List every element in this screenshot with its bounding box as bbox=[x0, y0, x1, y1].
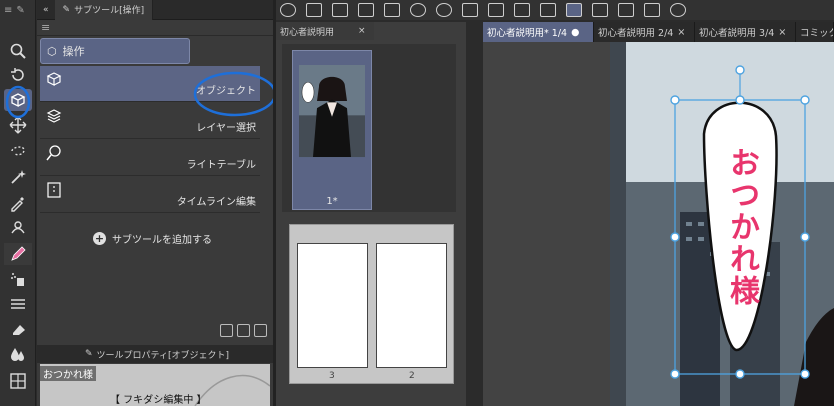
tool-property-icon: ✎ bbox=[85, 349, 93, 359]
subtool-tab-icon: ✎ bbox=[62, 4, 71, 15]
subtool-group-tab[interactable]: ⬡ 操作 bbox=[40, 38, 190, 64]
page-thumbnail-2[interactable] bbox=[376, 243, 447, 368]
companion-icon[interactable] bbox=[644, 3, 660, 17]
doc-tab[interactable]: 初心者説明用 3/4 × bbox=[695, 22, 796, 42]
light-table-icon bbox=[46, 145, 61, 161]
tool-bar: ≡ ✎ bbox=[0, 0, 36, 406]
timeline-edit-icon bbox=[47, 182, 61, 198]
doc-tab-label: 初心者説明用 2/4 bbox=[598, 28, 674, 39]
help-icon[interactable] bbox=[670, 3, 686, 17]
subtool-item-timeline[interactable]: タイムライン編集 bbox=[40, 177, 260, 213]
snap-ruler-icon[interactable] bbox=[566, 3, 582, 17]
menu-bar: ≡ bbox=[37, 20, 273, 36]
close-icon[interactable]: × bbox=[677, 27, 685, 38]
subtool-menu-icon[interactable]: ≡ bbox=[41, 21, 50, 34]
auto-select-icon[interactable] bbox=[4, 166, 32, 188]
rotate-tool-icon[interactable] bbox=[4, 64, 32, 86]
frame-tool-icon[interactable] bbox=[4, 370, 32, 392]
redo-icon[interactable] bbox=[436, 3, 452, 17]
subtool-panel: « ✎ サブツール[操作] ≡ ⬡ 操作 オブジェクト レイヤー選択 ライトテー… bbox=[37, 0, 277, 406]
fill-icon[interactable] bbox=[514, 3, 530, 17]
subtool-tab-label: サブツール[操作] bbox=[74, 6, 145, 16]
tool-property-preview: おつかれ様 【 フキダシ編集中 】 bbox=[40, 364, 270, 406]
lasso-select-icon[interactable] bbox=[4, 140, 32, 162]
doc-tab[interactable]: 初心者説明用 2/4 × bbox=[594, 22, 695, 42]
page-number: 2 bbox=[409, 371, 415, 381]
subtool-tab[interactable]: ✎ サブツール[操作] bbox=[54, 0, 154, 20]
operation-group-icon: ⬡ bbox=[47, 44, 57, 58]
new-file-icon[interactable] bbox=[306, 3, 322, 17]
plus-icon: + bbox=[93, 232, 106, 245]
doc-tab[interactable]: 初心者説明用* 1/4 ● bbox=[483, 22, 594, 42]
app-logo-icon[interactable] bbox=[280, 3, 296, 17]
subtool-item-label: ライトテーブル bbox=[186, 160, 256, 171]
preview-status: 【 フキダシ編集中 】 bbox=[110, 395, 207, 406]
pen-pressure-icon[interactable] bbox=[618, 3, 634, 17]
subtool-item-label: タイムライン編集 bbox=[176, 197, 256, 208]
undo-icon[interactable] bbox=[410, 3, 426, 17]
document-tabs: 初心者説明用* 1/4 ● 初心者説明用 2/4 × 初心者説明用 3/4 × … bbox=[483, 22, 834, 42]
subtool-item-light-table[interactable]: ライトテーブル bbox=[40, 140, 260, 176]
toolbar-top: ≡ ✎ bbox=[0, 0, 35, 20]
command-bar bbox=[276, 0, 834, 20]
doc-tab-label: コミック7 bbox=[800, 28, 833, 39]
tool-property-title: ツールプロパティ[オブジェクト] bbox=[96, 350, 230, 361]
subtool-header: « ✎ サブツール[操作] bbox=[37, 0, 273, 20]
page-manager-tab[interactable]: 初心者説明用 × bbox=[276, 22, 374, 40]
eraser-icon[interactable] bbox=[4, 318, 32, 340]
transform-icon[interactable] bbox=[540, 3, 556, 17]
annotation-circle-object bbox=[193, 71, 277, 117]
pen-small-icon: ✎ bbox=[16, 4, 25, 16]
app-window: ≡ ✎ « ✎ サブツール[操作] ≡ ⬡ 操作 オブジェクト レイヤー選択 ラ… bbox=[0, 0, 834, 406]
trash-icon[interactable] bbox=[254, 324, 267, 337]
menu-icon[interactable]: ≡ bbox=[4, 5, 12, 16]
decoration-tool-icon[interactable] bbox=[4, 293, 32, 315]
eyedropper-icon[interactable] bbox=[4, 192, 32, 214]
layer-select-icon bbox=[46, 109, 62, 123]
subtool-actions bbox=[220, 324, 267, 337]
page-number: 1* bbox=[326, 196, 338, 207]
object-selection-box[interactable] bbox=[610, 42, 834, 406]
snap-special-icon[interactable] bbox=[592, 3, 608, 17]
add-subtool-button[interactable]: + サブツールを追加する bbox=[93, 231, 212, 246]
import-icon[interactable] bbox=[220, 324, 233, 337]
collapse-icon[interactable]: « bbox=[37, 5, 55, 15]
doc-tab[interactable]: コミック7 bbox=[796, 22, 834, 42]
page-thumbnail-1[interactable]: 1* bbox=[292, 50, 372, 210]
annotation-circle-tool bbox=[5, 85, 31, 119]
close-icon[interactable]: × bbox=[778, 27, 786, 38]
clear-icon[interactable] bbox=[488, 3, 504, 17]
object-cursor-icon bbox=[46, 72, 62, 86]
pen-tool-icon[interactable] bbox=[4, 217, 32, 239]
airbrush-icon[interactable] bbox=[4, 268, 32, 290]
page-number: 3 bbox=[329, 371, 335, 381]
doc-tab-label: 初心者説明用* 1/4 bbox=[487, 28, 568, 39]
group-tab-label: 操作 bbox=[62, 45, 85, 58]
close-icon[interactable]: × bbox=[358, 26, 366, 36]
unsaved-dot-icon[interactable]: ● bbox=[571, 27, 579, 38]
page-thumbnail-3[interactable] bbox=[297, 243, 368, 368]
page-thumbnail-image bbox=[299, 65, 365, 158]
zoom-tool-icon[interactable] bbox=[4, 40, 32, 62]
add-subtool-label: サブツールを追加する bbox=[112, 235, 212, 246]
open-file-icon[interactable] bbox=[332, 3, 348, 17]
doc-tab-label: 初心者説明用 3/4 bbox=[699, 28, 775, 39]
page-manager-tab-label: 初心者説明用 bbox=[280, 27, 335, 38]
page-spread-2-3[interactable]: 3 2 bbox=[289, 224, 454, 384]
blend-tool-icon[interactable] bbox=[4, 343, 32, 365]
pencil-tool-icon[interactable] bbox=[4, 243, 32, 265]
loading-icon[interactable] bbox=[462, 3, 478, 17]
export-icon[interactable] bbox=[384, 3, 400, 17]
duplicate-icon[interactable] bbox=[237, 324, 250, 337]
preview-caption: おつかれ様 bbox=[40, 366, 96, 381]
tool-property-header: ✎ ツールプロパティ[オブジェクト] bbox=[37, 345, 273, 363]
save-icon[interactable] bbox=[358, 3, 374, 17]
subtool-item-label: レイヤー選択 bbox=[196, 123, 256, 134]
canvas-artwork[interactable]: おつかれ様 bbox=[610, 42, 834, 406]
